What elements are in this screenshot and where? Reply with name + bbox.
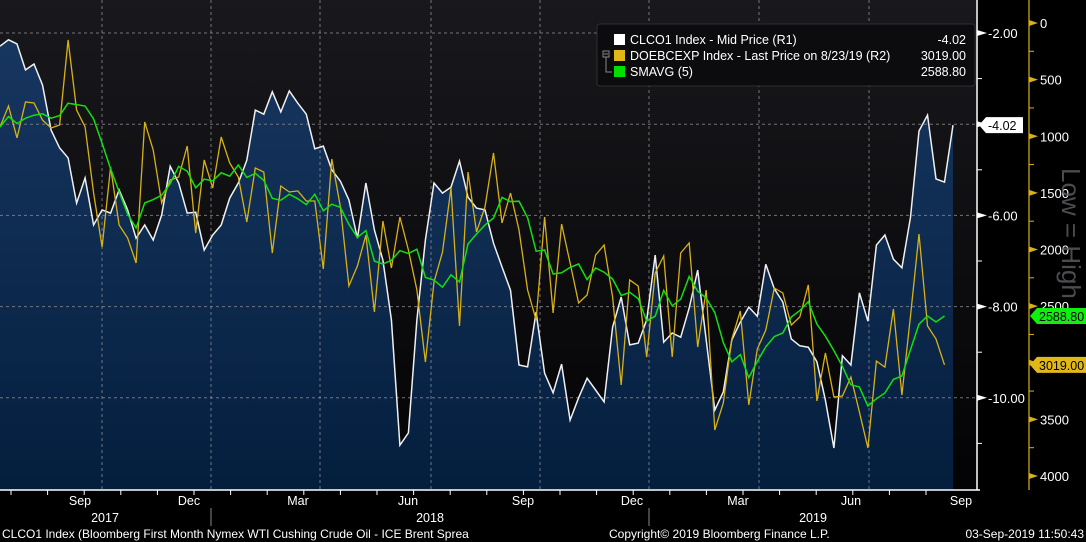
left-axis-tick-label: -2.00 [988,26,1018,41]
legend-label-smavg: SMAVG (5) [630,65,693,79]
legend-value-smavg: 2588.80 [921,65,966,79]
footer-copyright: Copyright© 2019 Bloomberg Finance L.P. [609,527,830,541]
x-axis-month-label: Dec [621,494,643,508]
svg-text:2588.80: 2588.80 [1039,310,1084,324]
left-axis-tick-label: -6.00 [988,208,1018,223]
x-axis-month-label: Dec [178,494,200,508]
legend-label-clco1: CLCO1 Index - Mid Price (R1) [630,33,797,47]
last-value-tag-smavg: 2588.80 [1030,307,1086,324]
last-value-tag-doebcexp: 3019.00 [1030,356,1086,373]
x-axis-month-label: Sep [950,494,972,508]
x-axis-month-label: Sep [512,494,534,508]
right-axis-tick-label: 4000 [1040,469,1069,484]
x-axis-month-label: Sep [69,494,91,508]
left-axis-tick-label: -10.00 [988,391,1025,406]
right-axis-tick-label: 500 [1040,73,1062,88]
svg-text:3019.00: 3019.00 [1039,359,1084,373]
x-axis-month-label: Jun [398,494,418,508]
x-axis-month-label: Jun [841,494,861,508]
footer-description: CLCO1 Index (Bloomberg First Month Nymex… [2,527,469,541]
x-axis-year-label: 2018 [416,511,444,525]
right-axis-tick-label: 1000 [1040,129,1069,144]
legend-swatch-yellow [614,50,625,61]
footer-timestamp: 03-Sep-2019 11:50:43 [965,527,1084,541]
legend-swatch-white [614,34,625,45]
right-axis-tick-label: 0 [1040,16,1047,31]
last-value-tag-clco1: -4.02 [979,117,1023,134]
left-axis-tick-label: -8.00 [988,300,1018,315]
legend-label-doebcexp: DOEBCEXP Index - Last Price on 8/23/19 (… [630,49,890,63]
legend-swatch-green [614,66,625,77]
x-axis-year-label: 2019 [799,511,827,525]
legend[interactable]: CLCO1 Index - Mid Price (R1) DOEBCEXP In… [596,23,976,87]
x-axis-month-label: Mar [727,494,749,508]
right-axis-side-label: Low = High [1056,168,1086,299]
x-axis-year-label: 2017 [91,511,119,525]
chart: -2.00-4.00-6.00-8.00-10.0005001000150020… [0,0,1086,542]
legend-value-clco1: -4.02 [938,33,967,47]
svg-text:-4.02: -4.02 [988,119,1017,133]
legend-value-doebcexp: 3019.00 [921,49,966,63]
right-axis-tick-label: 3500 [1040,412,1069,427]
x-axis-month-label: Mar [287,494,309,508]
